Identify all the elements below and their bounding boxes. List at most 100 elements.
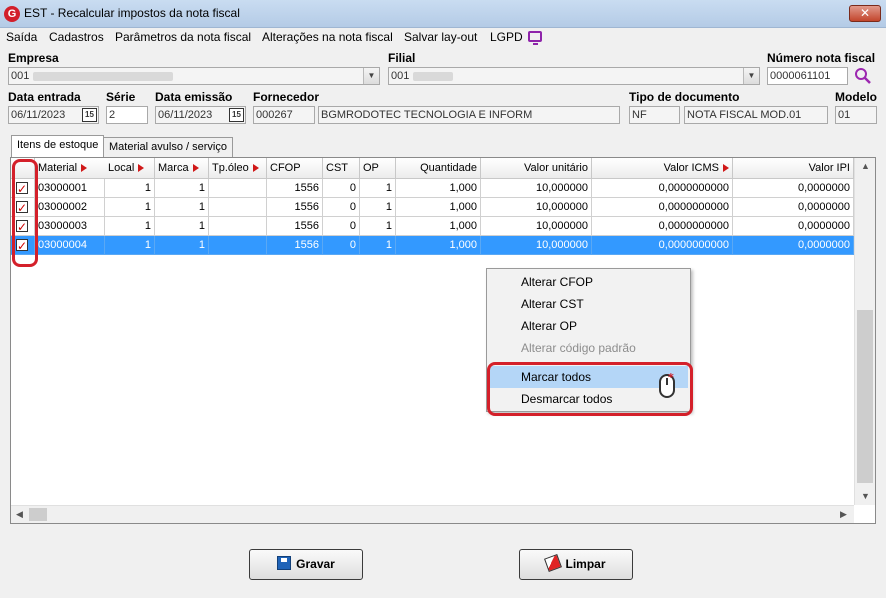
grid-header-tp-oleo-label: Tp.óleo bbox=[212, 162, 249, 174]
cell-cfop: 1556 bbox=[267, 236, 323, 255]
scroll-right-icon[interactable]: ▶ bbox=[840, 509, 847, 520]
grid-header-cfop[interactable]: CFOP bbox=[267, 158, 323, 179]
tipo-documento-name: NOTA FISCAL MOD.01 bbox=[684, 106, 828, 124]
vertical-scrollbar[interactable]: ▲ ▼ bbox=[854, 158, 875, 505]
grid-header-local-label: Local bbox=[108, 162, 135, 174]
tab-material-avulso[interactable]: Material avulso / serviço bbox=[103, 137, 233, 157]
row-checkbox[interactable] bbox=[16, 237, 28, 254]
clear-button[interactable]: Limpar bbox=[519, 549, 633, 580]
cell-quantidade: 1,000 bbox=[396, 179, 481, 198]
save-button[interactable]: Gravar bbox=[249, 549, 363, 580]
menu-bar: Saída Cadastros Parâmetros da nota fisca… bbox=[0, 28, 886, 48]
data-emissao-label: Data emissão bbox=[155, 90, 233, 104]
row-check-cell[interactable] bbox=[11, 198, 35, 217]
close-button[interactable]: ✕ bbox=[849, 5, 881, 22]
cell-marca: 1 bbox=[155, 236, 209, 255]
menu-saida[interactable]: Saída bbox=[6, 28, 37, 48]
table-row[interactable]: 03000002111556011,00010,0000000,00000000… bbox=[11, 198, 854, 217]
grid-header-valor-icms[interactable]: Valor ICMS bbox=[592, 158, 733, 179]
grid-header-valor-ipi[interactable]: Valor IPI bbox=[733, 158, 854, 179]
cell-cfop: 1556 bbox=[267, 217, 323, 236]
grid-header-check[interactable] bbox=[11, 158, 35, 179]
app-logo-icon: G bbox=[4, 6, 20, 22]
serie-input[interactable]: 2 bbox=[106, 106, 148, 124]
data-emissao-input[interactable]: 06/11/2023 15 bbox=[155, 106, 246, 124]
cell-tp-oleo bbox=[209, 179, 267, 198]
cell-marca: 1 bbox=[155, 198, 209, 217]
ctx-alterar-cst[interactable]: Alterar CST bbox=[489, 293, 688, 315]
cell-cfop: 1556 bbox=[267, 198, 323, 217]
horizontal-scroll-thumb[interactable] bbox=[29, 508, 47, 521]
search-icon[interactable] bbox=[854, 67, 872, 85]
row-check-cell[interactable] bbox=[11, 179, 35, 198]
data-entrada-input[interactable]: 06/11/2023 15 bbox=[8, 106, 99, 124]
cell-local: 1 bbox=[105, 198, 155, 217]
ctx-alterar-op[interactable]: Alterar OP bbox=[489, 315, 688, 337]
menu-lgpd[interactable]: LGPD bbox=[490, 28, 523, 48]
menu-cadastros[interactable]: Cadastros bbox=[49, 28, 104, 48]
cell-cst: 0 bbox=[323, 198, 360, 217]
scroll-down-icon[interactable]: ▼ bbox=[861, 491, 870, 501]
cell-tp-oleo bbox=[209, 198, 267, 217]
menu-parametros[interactable]: Parâmetros da nota fiscal bbox=[115, 28, 251, 48]
cell-marca: 1 bbox=[155, 179, 209, 198]
grid-header-valor-unitario[interactable]: Valor unitário bbox=[481, 158, 592, 179]
scroll-up-icon[interactable]: ▲ bbox=[861, 161, 870, 171]
modelo-label: Modelo bbox=[835, 90, 877, 104]
grid-header-local[interactable]: Local bbox=[105, 158, 155, 179]
table-row[interactable]: 03000004111556011,00010,0000000,00000000… bbox=[11, 236, 854, 255]
tab-itens-estoque[interactable]: Itens de estoque bbox=[11, 135, 105, 157]
cell-local: 1 bbox=[105, 179, 155, 198]
menu-salvar-layout[interactable]: Salvar lay-out bbox=[404, 28, 477, 48]
vertical-scroll-thumb[interactable] bbox=[857, 310, 873, 483]
items-grid: Material Local Marca Tp.óleo CFOP CST OP… bbox=[10, 157, 876, 524]
cell-cfop: 1556 bbox=[267, 179, 323, 198]
clear-button-label: Limpar bbox=[565, 557, 606, 571]
monitor-icon[interactable] bbox=[528, 31, 542, 45]
cell-valor-icms: 0,0000000000 bbox=[592, 179, 733, 198]
table-row[interactable]: 03000003111556011,00010,0000000,00000000… bbox=[11, 217, 854, 236]
row-checkbox[interactable] bbox=[16, 218, 28, 235]
ctx-alterar-cfop[interactable]: Alterar CFOP bbox=[489, 271, 688, 293]
grid-header-marca[interactable]: Marca bbox=[155, 158, 209, 179]
grid-header-cst[interactable]: CST bbox=[323, 158, 360, 179]
grid-header-tp-oleo[interactable]: Tp.óleo bbox=[209, 158, 267, 179]
fornecedor-code[interactable]: 000267 bbox=[253, 106, 315, 124]
cell-valor-ipi: 0,0000000 bbox=[733, 236, 854, 255]
filial-combo[interactable]: 001 ▼ bbox=[388, 67, 760, 85]
title-bar: G EST - Recalcular impostos da nota fisc… bbox=[0, 0, 886, 28]
cell-valor-ipi: 0,0000000 bbox=[733, 179, 854, 198]
tipo-documento-code[interactable]: NF bbox=[629, 106, 680, 124]
fornecedor-label: Fornecedor bbox=[253, 90, 320, 104]
calendar-icon[interactable]: 15 bbox=[82, 108, 97, 122]
floppy-disk-icon bbox=[277, 556, 292, 570]
fornecedor-name: BGMRODOTEC TECNOLOGIA E INFORM bbox=[318, 106, 620, 124]
chevron-down-icon[interactable]: ▼ bbox=[363, 68, 379, 84]
table-row[interactable]: 03000001111556011,00010,0000000,00000000… bbox=[11, 179, 854, 198]
empresa-label: Empresa bbox=[8, 51, 59, 65]
calendar-icon[interactable]: 15 bbox=[229, 108, 244, 122]
cell-cst: 0 bbox=[323, 217, 360, 236]
save-button-label: Gravar bbox=[296, 557, 335, 571]
horizontal-scrollbar[interactable]: ◀ ▶ bbox=[11, 505, 854, 523]
row-checkbox[interactable] bbox=[16, 199, 28, 216]
numero-nota-input[interactable]: 0000061101 bbox=[767, 67, 848, 85]
cell-valor-unitario: 10,000000 bbox=[481, 198, 592, 217]
empresa-combo[interactable]: 001 ▼ bbox=[8, 67, 380, 85]
grid-header-material[interactable]: Material bbox=[35, 158, 114, 179]
row-check-cell[interactable] bbox=[11, 217, 35, 236]
cell-quantidade: 1,000 bbox=[396, 236, 481, 255]
cell-tp-oleo bbox=[209, 217, 267, 236]
chevron-down-icon[interactable]: ▼ bbox=[743, 68, 759, 84]
menu-alteracoes[interactable]: Alterações na nota fiscal bbox=[262, 28, 393, 48]
modelo-input[interactable]: 01 bbox=[835, 106, 877, 124]
grid-header-quantidade[interactable]: Quantidade bbox=[396, 158, 481, 179]
scroll-left-icon[interactable]: ◀ bbox=[16, 509, 23, 520]
tipo-documento-label: Tipo de documento bbox=[629, 90, 740, 104]
row-checkbox[interactable] bbox=[16, 180, 28, 197]
row-check-cell[interactable] bbox=[11, 236, 35, 255]
cell-op: 1 bbox=[360, 198, 396, 217]
empresa-value: 001 bbox=[11, 70, 30, 82]
grid-header-op[interactable]: OP bbox=[360, 158, 396, 179]
empresa-redacted bbox=[33, 71, 174, 81]
